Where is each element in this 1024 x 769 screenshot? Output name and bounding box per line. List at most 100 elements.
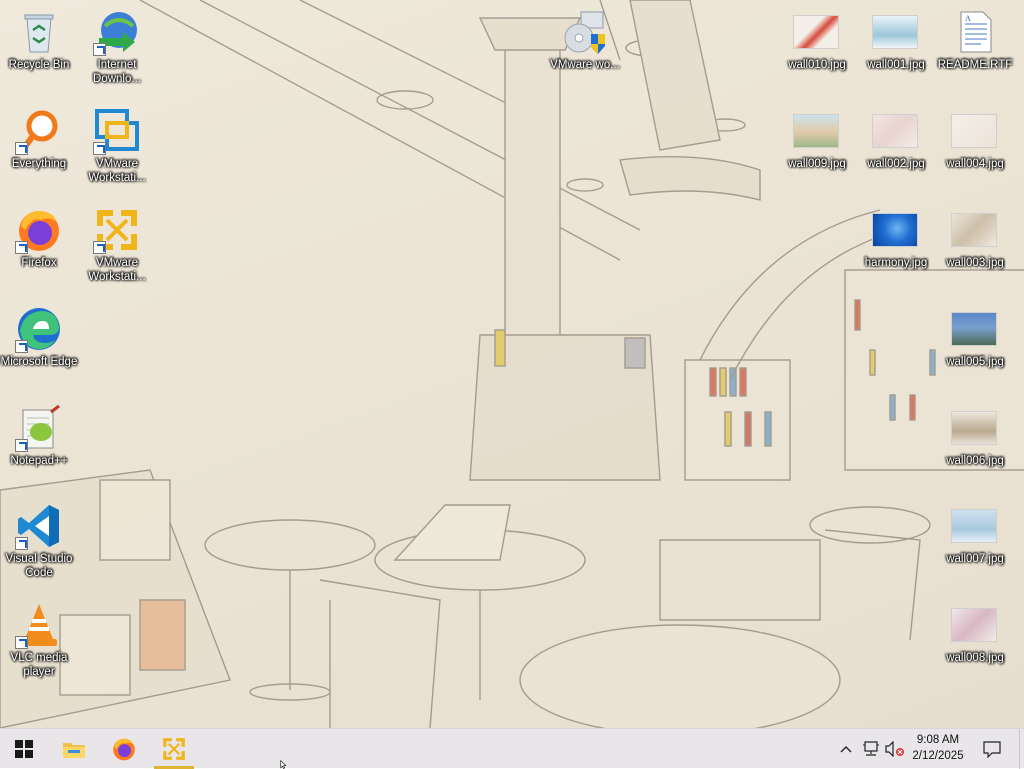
taskbar-firefox[interactable] [100, 729, 148, 769]
desktop-icon-wall008[interactable]: wall008.jpg [936, 601, 1014, 665]
notepad-plus-plus-icon [15, 404, 63, 452]
desktop-icon-label: wall006.jpg [946, 455, 1004, 467]
desktop-icon-visual-studio-code[interactable]: Visual Studio Code [0, 502, 78, 580]
image-thumbnail-icon [951, 601, 999, 649]
desktop-icon-harmony[interactable]: harmony.jpg [857, 206, 935, 270]
desktop-icon-vlc-media-player[interactable]: VLC media player [0, 601, 78, 679]
vlc-icon [15, 601, 63, 649]
desktop-icon-label: Internet Downlo... [93, 59, 141, 85]
vmware-installer-icon [561, 8, 609, 56]
desktop-icon-firefox[interactable]: Firefox [0, 206, 78, 270]
taskbar-vmware-workstation[interactable] [150, 729, 198, 769]
shortcut-arrow-icon [15, 439, 28, 452]
shortcut-arrow-icon [15, 636, 28, 649]
desktop-icon-label: wall008.jpg [946, 652, 1004, 664]
desktop-icon-wall003[interactable]: wall003.jpg [936, 206, 1014, 270]
desktop-icon-wall009[interactable]: wall009.jpg [778, 107, 856, 171]
clock-date: 2/12/2025 [912, 750, 964, 762]
volume-button[interactable] [884, 729, 906, 769]
start-button[interactable] [0, 729, 48, 769]
shortcut-arrow-icon [93, 43, 106, 56]
desktop-icon-label: VMware Workstati... [88, 257, 146, 283]
desktop-icon-label: Microsoft Edge [0, 356, 78, 368]
folder-icon [63, 743, 85, 758]
desktop-icon-label: VLC media player [10, 652, 68, 678]
desktop-icon-vmware-installer[interactable]: VMware wo... [546, 8, 624, 72]
desktop-icon-label: wall010.jpg [788, 59, 846, 71]
desktop-icon-recycle-bin[interactable]: Recycle Bin [0, 8, 78, 72]
chevron-up-icon [840, 746, 852, 753]
recycle-bin-icon [15, 8, 63, 56]
image-thumbnail-icon [951, 502, 999, 550]
show-hidden-icons-button[interactable] [836, 729, 856, 769]
firefox-icon [15, 206, 63, 254]
desktop-icon-label: harmony.jpg [864, 257, 928, 269]
rtf-document-icon: A [951, 8, 999, 56]
image-thumbnail-icon [872, 8, 920, 56]
taskbar: 9:08 AM 2/12/2025 [0, 728, 1024, 769]
vmware-workstation-icon [163, 738, 185, 760]
desktop-icon-label: wall007.jpg [946, 553, 1004, 565]
shortcut-arrow-icon [93, 241, 106, 254]
desktop-icon-label: wall005.jpg [946, 356, 1004, 368]
image-thumbnail-icon [872, 107, 920, 155]
vscode-icon [15, 502, 63, 550]
desktop-icon-label: README.RTF [937, 59, 1013, 71]
vmware-workstation-alt-icon [93, 206, 141, 254]
shortcut-arrow-icon [15, 241, 28, 254]
action-center-button[interactable] [978, 729, 1006, 769]
desktop-icon-wall002[interactable]: wall002.jpg [857, 107, 935, 171]
desktop-icon-label: Everything [11, 158, 67, 170]
desktop-icon-readme[interactable]: A README.RTF [936, 8, 1014, 72]
shortcut-arrow-icon [15, 537, 28, 550]
desktop-icon-wall007[interactable]: wall007.jpg [936, 502, 1014, 566]
desktop-icon-label: wall009.jpg [788, 158, 846, 170]
shortcut-arrow-icon [15, 340, 28, 353]
internet-download-manager-icon [93, 8, 141, 56]
desktop-icon-label: VMware Workstati... [88, 158, 146, 184]
windows-logo-icon [15, 740, 33, 758]
taskbar-clock[interactable]: 9:08 AM 2/12/2025 [906, 732, 970, 764]
desktop-icon-vmware-workstation-alt[interactable]: VMware Workstati... [78, 206, 156, 284]
desktop-icon-wall001[interactable]: wall001.jpg [857, 8, 935, 72]
shortcut-arrow-icon [15, 142, 28, 155]
desktop-icon-wall004[interactable]: wall004.jpg [936, 107, 1014, 171]
clock-time: 9:08 AM [916, 734, 960, 746]
taskbar-file-explorer[interactable] [50, 729, 98, 769]
desktop-icon-everything[interactable]: Everything [0, 107, 78, 171]
network-status-button[interactable] [860, 729, 882, 769]
desktop-icon-label: wall002.jpg [867, 158, 925, 170]
action-center-icon [983, 741, 1001, 758]
show-desktop-button[interactable] [1019, 729, 1024, 769]
vmware-workstation-icon [93, 107, 141, 155]
shortcut-arrow-icon [93, 142, 106, 155]
image-thumbnail-icon [951, 206, 999, 254]
edge-icon [15, 305, 63, 353]
desktop-icon-label: Firefox [21, 257, 57, 269]
volume-muted-icon [885, 741, 904, 757]
svg-text:A: A [965, 14, 971, 23]
image-thumbnail-icon [951, 107, 999, 155]
image-thumbnail-icon [793, 107, 841, 155]
desktop-icon-label: wall003.jpg [946, 257, 1004, 269]
desktop[interactable]: Recycle Bin Everything Firefox Microsoft… [0, 0, 1024, 728]
desktop-icon-label: wall004.jpg [946, 158, 1004, 170]
image-thumbnail-icon [951, 305, 999, 353]
desktop-icon-label: wall001.jpg [867, 59, 925, 71]
desktop-icon-wall006[interactable]: wall006.jpg [936, 404, 1014, 468]
desktop-icon-vmware-workstation[interactable]: VMware Workstati... [78, 107, 156, 185]
desktop-icon-wall010[interactable]: wall010.jpg [778, 8, 856, 72]
desktop-icon-label: VMware wo... [550, 59, 620, 71]
image-thumbnail-icon [793, 8, 841, 56]
desktop-icon-label: Notepad++ [10, 455, 68, 467]
desktop-icon-microsoft-edge[interactable]: Microsoft Edge [0, 305, 78, 369]
desktop-icon-label: Recycle Bin [8, 59, 70, 71]
desktop-icon-internet-download-manager[interactable]: Internet Downlo... [78, 8, 156, 86]
network-icon [863, 741, 879, 756]
everything-search-icon [15, 107, 63, 155]
desktop-icon-wall005[interactable]: wall005.jpg [936, 305, 1014, 369]
desktop-icon-notepad-plus-plus[interactable]: Notepad++ [0, 404, 78, 468]
firefox-icon [113, 738, 135, 761]
image-thumbnail-icon [951, 404, 999, 452]
image-thumbnail-icon [872, 206, 920, 254]
